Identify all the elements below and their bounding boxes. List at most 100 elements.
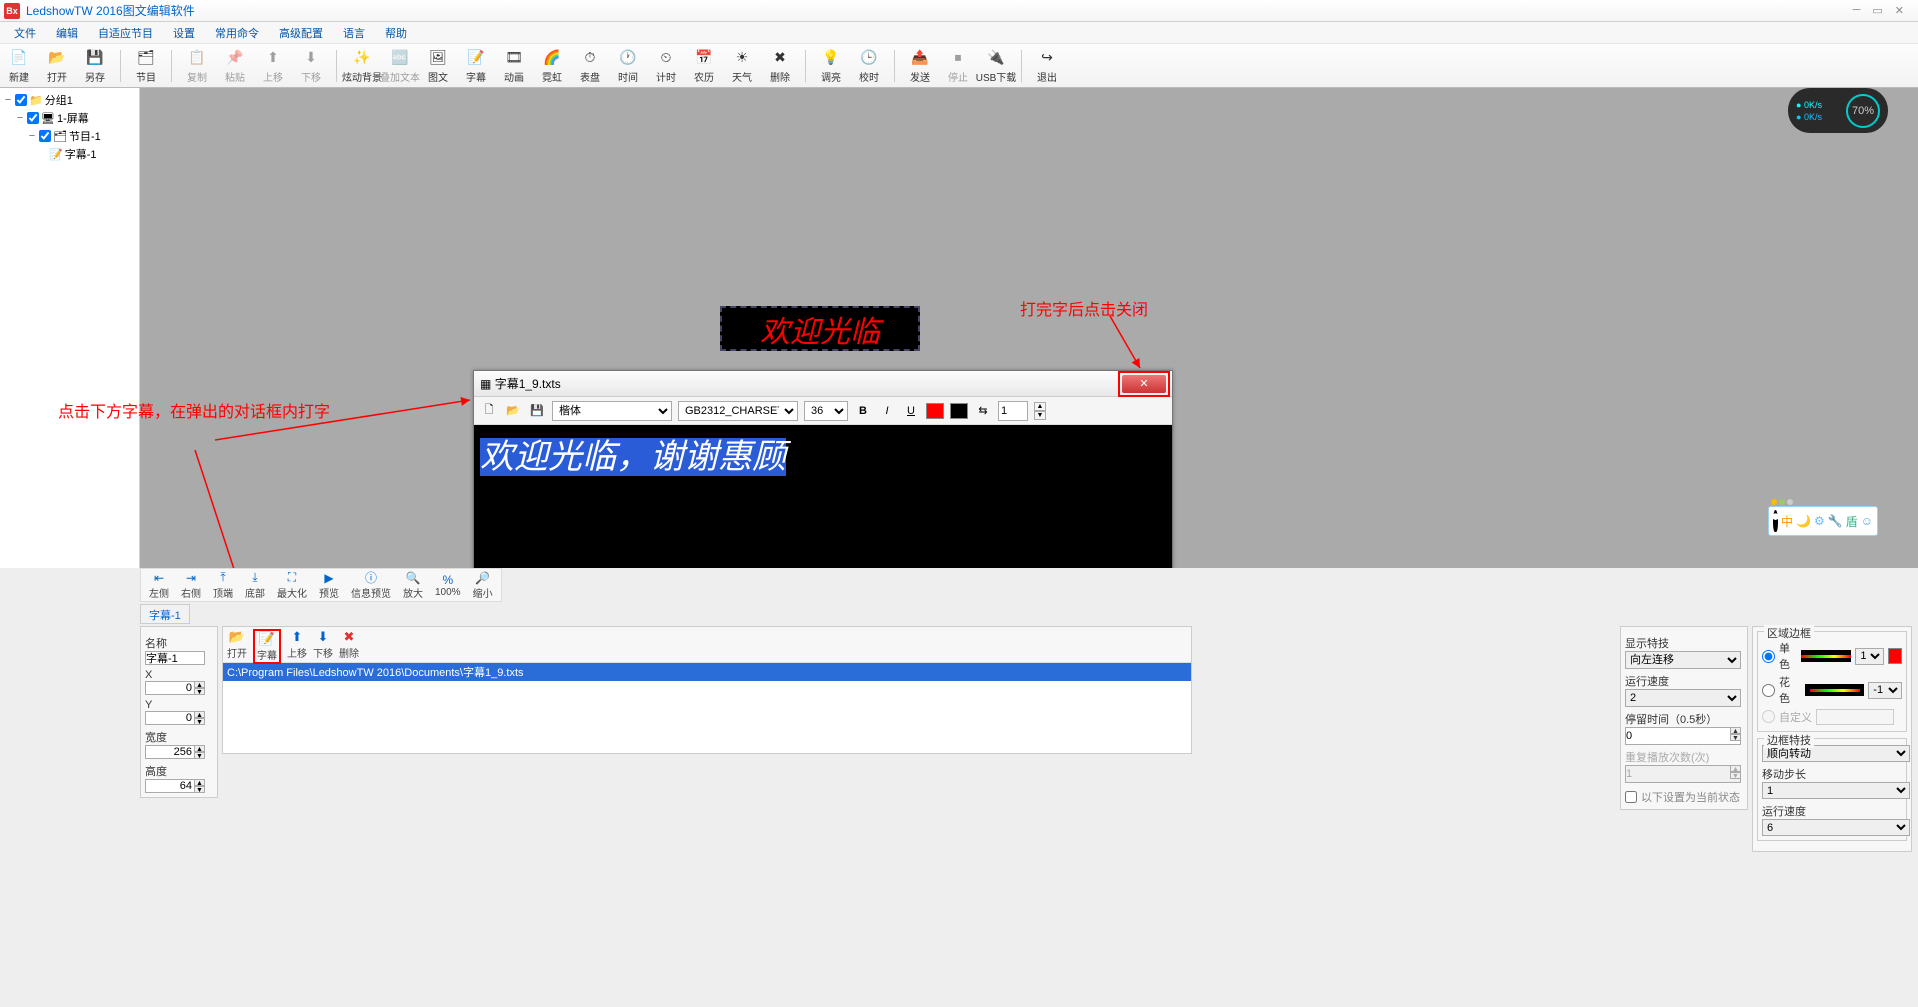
- delete-button[interactable]: ✖删除: [765, 48, 795, 84]
- animation-button[interactable]: 🎞动画: [499, 48, 529, 84]
- time-button[interactable]: 🕐时间: [613, 48, 643, 84]
- menu-edit[interactable]: 编辑: [48, 23, 86, 43]
- dialog-close-button[interactable]: ✕: [1122, 375, 1166, 393]
- qq-helper[interactable]: 中🌙⚙🔧盾☺: [1768, 506, 1878, 536]
- tree-chk-group[interactable]: [15, 94, 27, 106]
- menu-autofit[interactable]: 自适应节目: [90, 23, 161, 43]
- imagetext-button[interactable]: 🖼图文: [423, 48, 453, 84]
- border-val2[interactable]: -1: [1868, 682, 1902, 699]
- program-button[interactable]: 🗂节目: [131, 48, 161, 84]
- current-state-chk[interactable]: [1625, 791, 1637, 803]
- screen-icon: 🖥: [41, 112, 55, 125]
- radio-color[interactable]: [1762, 682, 1775, 699]
- color-swatch[interactable]: [1888, 648, 1902, 664]
- spacing-input[interactable]: [998, 401, 1028, 421]
- dialog-titlebar[interactable]: ▦ 字幕1_9.txts ✕: [474, 371, 1172, 397]
- weather-button[interactable]: ☀天气: [727, 48, 757, 84]
- mini-顶端-button[interactable]: ⤒顶端: [213, 571, 233, 600]
- menu-advanced[interactable]: 高级配置: [271, 23, 331, 43]
- menu-common[interactable]: 常用命令: [207, 23, 267, 43]
- mini-预览-button[interactable]: ▶预览: [319, 571, 339, 600]
- border-preview-2[interactable]: [1805, 684, 1864, 696]
- save-file-icon[interactable]: 💾: [528, 402, 546, 420]
- tree-chk-screen[interactable]: [27, 112, 39, 124]
- step-select[interactable]: 1: [1762, 782, 1910, 799]
- charset-select[interactable]: GB2312_CHARSET: [678, 401, 798, 421]
- open-file-icon[interactable]: 📂: [504, 402, 522, 420]
- maximize-icon[interactable]: ▭: [1872, 4, 1882, 17]
- mini-100%-button[interactable]: %100%: [435, 573, 461, 598]
- fopen-button[interactable]: 📂打开: [227, 629, 247, 660]
- stop-button[interactable]: ⏹停止: [943, 48, 973, 84]
- file-row[interactable]: C:\Program Files\LedshowTW 2016\Document…: [223, 663, 1191, 681]
- copy-button[interactable]: 📋复制: [182, 48, 212, 84]
- mini-底部-button[interactable]: ⤓底部: [245, 571, 265, 600]
- saveas-button[interactable]: 💾另存: [80, 48, 110, 84]
- neon-button[interactable]: 🌈霓虹: [537, 48, 567, 84]
- color-red-swatch[interactable]: [926, 403, 944, 419]
- tree-panel: −📁分组1 −🖥1-屏幕 −🗂节目-1 📝字幕-1: [0, 88, 140, 568]
- overlay-button[interactable]: 🔤叠加文本: [385, 48, 415, 84]
- mini-信息预览-button[interactable]: ⓘ信息预览: [351, 571, 391, 600]
- mini-放大-button[interactable]: 🔍放大: [403, 571, 423, 600]
- new-file-icon[interactable]: 🗋: [480, 402, 498, 420]
- tree-chk-program[interactable]: [39, 130, 51, 142]
- exit-button[interactable]: ↪退出: [1032, 48, 1062, 84]
- subtitle-button[interactable]: 📝字幕: [461, 48, 491, 84]
- stay-input[interactable]: [1625, 727, 1741, 745]
- spacing-icon[interactable]: ⇆: [974, 402, 992, 420]
- prop-name-input[interactable]: [145, 651, 205, 665]
- timer-button[interactable]: ⏲计时: [651, 48, 681, 84]
- fsubtitle-button[interactable]: 📝字幕: [253, 629, 281, 664]
- menu-language[interactable]: 语言: [335, 23, 373, 43]
- underline-button[interactable]: U: [902, 402, 920, 420]
- dial-button[interactable]: ⏱表盘: [575, 48, 605, 84]
- radio-single[interactable]: [1762, 648, 1775, 665]
- tree-group[interactable]: 分组1: [45, 92, 73, 108]
- bg-button[interactable]: ✨炫动背景: [347, 48, 377, 84]
- tree-program[interactable]: 节目-1: [69, 128, 101, 144]
- font-select[interactable]: 楷体: [552, 401, 672, 421]
- tab-subtitle[interactable]: 字幕-1: [149, 610, 181, 622]
- new-button[interactable]: 📄新建: [4, 48, 34, 84]
- bold-button[interactable]: B: [854, 402, 872, 420]
- fdel-button[interactable]: ✖删除: [339, 629, 359, 660]
- tree-subtitle[interactable]: 字幕-1: [65, 146, 97, 162]
- brightness-button[interactable]: 💡调亮: [816, 48, 846, 84]
- spacing-up[interactable]: ▲: [1034, 402, 1046, 411]
- speed2-select[interactable]: 6: [1762, 819, 1910, 836]
- menu-file[interactable]: 文件: [6, 23, 44, 43]
- color-black-swatch[interactable]: [950, 403, 968, 419]
- speed-select[interactable]: 2: [1625, 689, 1741, 707]
- send-button[interactable]: 📤发送: [905, 48, 935, 84]
- minimize-icon[interactable]: ─: [1853, 4, 1861, 17]
- mini-最大化-button[interactable]: ⛶最大化: [277, 571, 307, 600]
- synctime-button[interactable]: 🕒校时: [854, 48, 884, 84]
- close-icon[interactable]: ✕: [1895, 4, 1904, 17]
- speed-up: 0K/s: [1804, 100, 1822, 110]
- mini-缩小-button[interactable]: 🔎缩小: [473, 571, 493, 600]
- current-state-label: 以下设置为当前状态: [1641, 789, 1740, 805]
- usb-button[interactable]: 🔌USB下载: [981, 48, 1011, 84]
- fontsize-select[interactable]: 36: [804, 401, 848, 421]
- effect-select[interactable]: 向左连移: [1625, 651, 1741, 669]
- border-val1[interactable]: 1: [1855, 648, 1884, 665]
- menu-help[interactable]: 帮助: [377, 23, 415, 43]
- border-preview-1[interactable]: [1801, 650, 1851, 662]
- subtitle-icon: 📝: [49, 148, 63, 161]
- fdown-button[interactable]: ⬇下移: [313, 629, 333, 660]
- mini-左侧-button[interactable]: ⇤左侧: [149, 571, 169, 600]
- fup-button[interactable]: ⬆上移: [287, 629, 307, 660]
- tree-screen[interactable]: 1-屏幕: [57, 110, 89, 126]
- movedown-button[interactable]: ⬇下移: [296, 48, 326, 84]
- italic-button[interactable]: I: [878, 402, 896, 420]
- led-preview: 欢迎光临: [720, 306, 920, 351]
- menu-settings[interactable]: 设置: [165, 23, 203, 43]
- spacing-down[interactable]: ▼: [1034, 411, 1046, 420]
- open-button[interactable]: 📂打开: [42, 48, 72, 84]
- file-list[interactable]: C:\Program Files\LedshowTW 2016\Document…: [223, 663, 1191, 753]
- paste-button[interactable]: 📌粘贴: [220, 48, 250, 84]
- mini-右侧-button[interactable]: ⇥右侧: [181, 571, 201, 600]
- moveup-button[interactable]: ⬆上移: [258, 48, 288, 84]
- lunar-button[interactable]: 📅农历: [689, 48, 719, 84]
